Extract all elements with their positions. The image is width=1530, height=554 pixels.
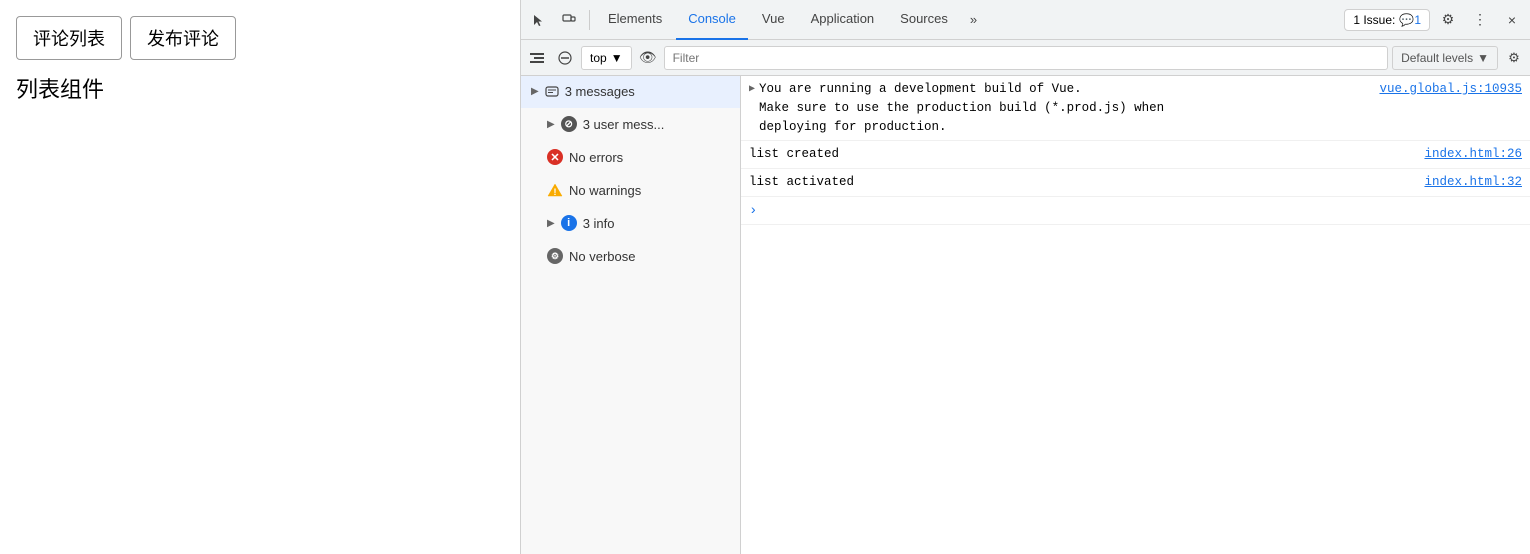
list-created-row: list created index.html:26 bbox=[749, 145, 1522, 164]
console-sidebar: ▶ 3 messages ▶ ⊘ 3 user mess... ✕ No err… bbox=[521, 76, 741, 554]
tab-vue[interactable]: Vue bbox=[750, 0, 797, 40]
list-created-text: list created bbox=[749, 145, 839, 164]
sidebar-item-messages[interactable]: ▶ 3 messages bbox=[521, 76, 740, 108]
errors-label: No errors bbox=[569, 150, 623, 165]
tab-console[interactable]: Console bbox=[676, 0, 748, 40]
info-label: 3 info bbox=[583, 216, 615, 231]
levels-dropdown-arrow-icon: ▼ bbox=[1477, 51, 1489, 65]
svg-text:!: ! bbox=[554, 187, 557, 197]
left-panel: 评论列表 发布评论 列表组件 bbox=[0, 0, 520, 554]
vue-entry-expand-icon[interactable]: ▶ bbox=[749, 83, 755, 95]
sidebar-toggle-button[interactable] bbox=[525, 46, 549, 70]
verbose-label: No verbose bbox=[569, 249, 635, 264]
sidebar-item-verbose[interactable]: ⚙ No verbose bbox=[521, 240, 740, 273]
devtools-tab-bar: Elements Console Vue Application Sources… bbox=[521, 0, 1530, 40]
cursor-icon-button[interactable] bbox=[525, 6, 553, 34]
list-created-link[interactable]: index.html:26 bbox=[1404, 145, 1522, 164]
eye-icon-button[interactable]: 👁 bbox=[636, 46, 660, 70]
default-levels-selector[interactable]: Default levels ▼ bbox=[1392, 46, 1498, 70]
filter-input[interactable] bbox=[664, 46, 1388, 70]
settings-icon-button[interactable]: ⚙ bbox=[1434, 6, 1462, 34]
list-activated-content: list activated index.html:32 bbox=[749, 173, 1522, 192]
error-icon: ✕ bbox=[547, 149, 563, 165]
vue-entry-row: You are running a development build of V… bbox=[759, 80, 1522, 136]
user-messages-label: 3 user mess... bbox=[583, 117, 665, 132]
sidebar-item-warnings[interactable]: ! No warnings bbox=[521, 174, 740, 207]
list-created-content: list created index.html:26 bbox=[749, 145, 1522, 164]
publish-comment-button[interactable]: 发布评论 bbox=[130, 16, 236, 60]
info-icon: i bbox=[561, 215, 577, 231]
sidebar-item-errors[interactable]: ✕ No errors bbox=[521, 141, 740, 174]
console-prompt-input[interactable] bbox=[763, 201, 771, 215]
clear-console-button[interactable] bbox=[553, 46, 577, 70]
messages-label: 3 messages bbox=[565, 84, 635, 99]
issue-badge-icon: 💬1 bbox=[1399, 13, 1421, 27]
sidebar-item-info[interactable]: ▶ i 3 info bbox=[521, 207, 740, 240]
tab-elements[interactable]: Elements bbox=[596, 0, 674, 40]
default-levels-label: Default levels bbox=[1401, 51, 1473, 65]
tab-application[interactable]: Application bbox=[799, 0, 887, 40]
info-expand-arrow-icon: ▶ bbox=[547, 218, 555, 229]
warnings-label: No warnings bbox=[569, 183, 641, 198]
console-entry-list-activated: list activated index.html:32 bbox=[741, 169, 1530, 197]
more-options-icon-button[interactable]: ⋮ bbox=[1466, 6, 1494, 34]
top-context-label: top bbox=[590, 51, 607, 65]
console-settings-button[interactable]: ⚙ bbox=[1502, 46, 1526, 70]
console-entry-vue: ▶ You are running a development build of… bbox=[741, 76, 1530, 141]
vue-entry-link[interactable]: vue.global.js:10935 bbox=[1359, 80, 1522, 99]
user-expand-arrow-icon: ▶ bbox=[547, 119, 555, 130]
device-icon-button[interactable] bbox=[555, 6, 583, 34]
console-body: ▶ 3 messages ▶ ⊘ 3 user mess... ✕ No err… bbox=[521, 76, 1530, 554]
sidebar-item-user-messages[interactable]: ▶ ⊘ 3 user mess... bbox=[521, 108, 740, 141]
toolbar-right: 1 Issue: 💬1 ⚙ ⋮ × bbox=[1344, 6, 1526, 34]
console-prompt-icon: › bbox=[749, 203, 757, 219]
console-prompt-line[interactable]: › bbox=[741, 197, 1530, 225]
messages-icon bbox=[545, 85, 559, 99]
page-title: 列表组件 bbox=[16, 72, 504, 104]
issue-badge-text: 1 Issue: bbox=[1353, 13, 1395, 27]
tab-more[interactable]: » bbox=[962, 0, 985, 40]
list-activated-text: list activated bbox=[749, 173, 854, 192]
vue-entry-text: You are running a development build of V… bbox=[759, 80, 1164, 136]
vue-entry-content: You are running a development build of V… bbox=[759, 80, 1522, 136]
console-output: ▶ You are running a development build of… bbox=[741, 76, 1530, 554]
comment-list-button[interactable]: 评论列表 bbox=[16, 16, 122, 60]
console-toolbar: top ▼ 👁 Default levels ▼ ⚙ bbox=[521, 40, 1530, 76]
dropdown-arrow-icon: ▼ bbox=[611, 51, 623, 65]
warning-icon: ! bbox=[547, 182, 563, 198]
user-icon: ⊘ bbox=[561, 116, 577, 132]
console-entry-list-created: list created index.html:26 bbox=[741, 141, 1530, 169]
top-context-selector[interactable]: top ▼ bbox=[581, 46, 632, 70]
tab-separator bbox=[589, 10, 590, 30]
verbose-icon: ⚙ bbox=[547, 248, 563, 264]
button-row: 评论列表 发布评论 bbox=[16, 16, 504, 60]
tab-sources[interactable]: Sources bbox=[888, 0, 960, 40]
close-icon-button[interactable]: × bbox=[1498, 6, 1526, 34]
list-activated-row: list activated index.html:32 bbox=[749, 173, 1522, 192]
devtools-panel: Elements Console Vue Application Sources… bbox=[520, 0, 1530, 554]
issue-badge[interactable]: 1 Issue: 💬1 bbox=[1344, 9, 1430, 31]
list-activated-link[interactable]: index.html:32 bbox=[1404, 173, 1522, 192]
expand-arrow-icon: ▶ bbox=[531, 86, 539, 97]
